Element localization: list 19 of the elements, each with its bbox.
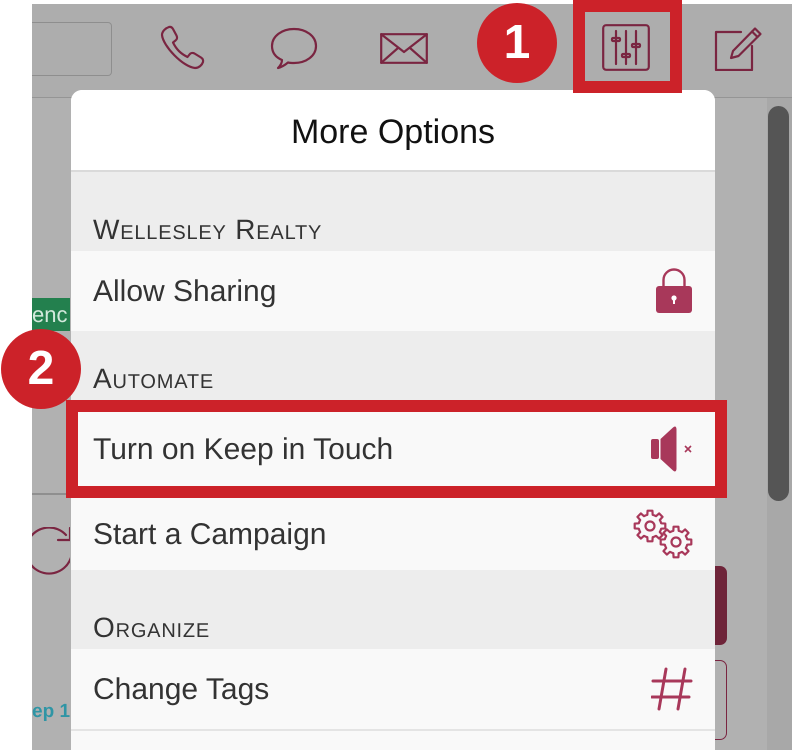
scrollbar-thumb[interactable]	[768, 106, 789, 501]
sliders-icon[interactable]	[602, 24, 650, 71]
gears-icon	[633, 509, 693, 559]
action-button[interactable]	[715, 566, 727, 645]
phone-icon[interactable]	[158, 24, 206, 72]
section-heading: Organize	[93, 613, 210, 643]
step-label: ep 1	[32, 700, 70, 724]
callout-badge: 2	[1, 329, 81, 409]
section-heading: Automate	[93, 364, 214, 394]
muted-speaker-icon	[651, 425, 693, 473]
speech-bubble-icon[interactable]	[270, 27, 318, 70]
section-heading: Wellesley Realty	[93, 215, 322, 245]
hash-icon	[651, 667, 693, 711]
refresh-icon[interactable]	[32, 527, 70, 575]
popover-title: More Options	[290, 112, 496, 152]
envelope-icon[interactable]	[380, 33, 428, 64]
status-tag: enc	[32, 298, 70, 331]
input-field[interactable]	[32, 22, 112, 76]
lock-icon	[655, 268, 693, 314]
